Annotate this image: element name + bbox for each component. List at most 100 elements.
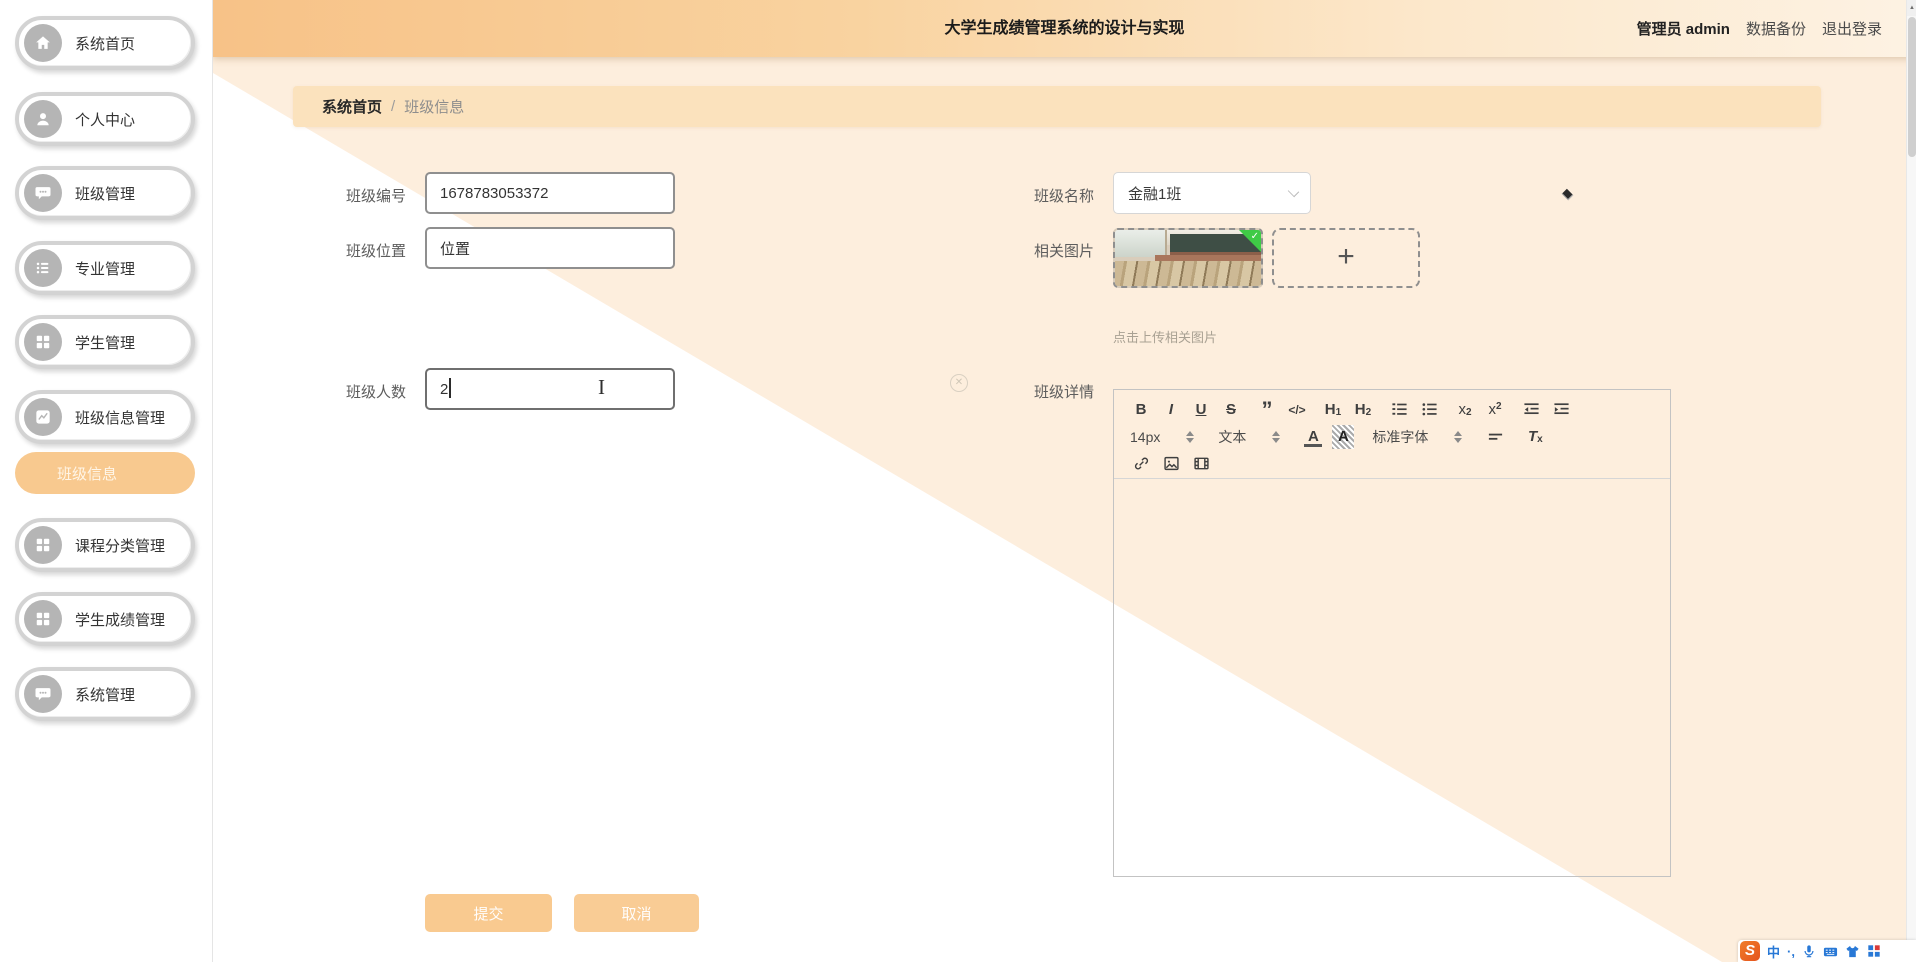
skin-shirt-icon[interactable] xyxy=(1845,944,1860,959)
sogou-logo-icon[interactable]: S xyxy=(1740,941,1760,961)
bold-button[interactable]: B xyxy=(1130,398,1152,422)
sidebar-item-label: 个人中心 xyxy=(75,111,136,129)
grid-icon xyxy=(24,526,62,564)
photo-classroom-desks xyxy=(1115,261,1261,286)
sidebar-nav: 系统首页 个人中心 班级管理 专业管理 学生管理 班级信息管理 班级信息 课程分… xyxy=(0,0,213,962)
font-size-select[interactable]: 14px xyxy=(1130,425,1195,449)
sidebar-item-student-mgmt[interactable]: 学生管理 xyxy=(15,315,195,369)
blockquote-button[interactable]: ” xyxy=(1256,398,1278,422)
video-icon[interactable] xyxy=(1190,452,1212,476)
home-icon xyxy=(24,24,62,62)
ibeam-cursor: I xyxy=(598,375,605,399)
sidebar-item-major-mgmt[interactable]: 专业管理 xyxy=(15,241,195,295)
photo-classroom-window xyxy=(1115,230,1167,257)
class-location-label: 班级位置 xyxy=(345,243,406,260)
class-size-input[interactable] xyxy=(425,368,675,410)
grid-icon xyxy=(24,600,62,638)
clear-format-button[interactable]: Tx xyxy=(1524,425,1546,449)
breadcrumb-current: 班级信息 xyxy=(404,99,465,116)
updown-arrows-icon xyxy=(1186,430,1195,443)
sidebar-item-classinfo-active[interactable]: 班级信息 xyxy=(15,452,195,494)
check-icon: ✓ xyxy=(1250,231,1259,242)
keyboard-icon[interactable] xyxy=(1823,944,1838,959)
header2-button[interactable]: H2 xyxy=(1352,398,1374,422)
ime-punctuation-icon[interactable]: ·, xyxy=(1787,944,1795,959)
updown-arrows-icon xyxy=(1454,430,1463,443)
code-block-button[interactable]: </> xyxy=(1286,398,1308,422)
chat-bubble-icon xyxy=(24,174,62,212)
sidebar-item-label: 学生管理 xyxy=(75,334,136,352)
microphone-icon[interactable] xyxy=(1802,944,1816,958)
superscript-button[interactable]: x2 xyxy=(1484,398,1506,422)
app-window: 大学生成绩管理系统的设计与实现 管理员 admin 数据备份 退出登录 系统首页… xyxy=(0,0,1916,962)
sidebar-item-label: 课程分类管理 xyxy=(75,537,166,555)
sidebar-item-course-category[interactable]: 课程分类管理 xyxy=(15,518,195,572)
editor-toolbar: B I U S ” </> H1 H2 x2 x2 14px 文本 A A 标准… xyxy=(1114,390,1670,479)
sidebar-item-class-mgmt[interactable]: 班级管理 xyxy=(15,166,195,220)
sidebar-item-label: 系统首页 xyxy=(75,35,136,53)
breadcrumb-separator: / xyxy=(391,98,396,115)
class-number-input[interactable] xyxy=(425,172,675,214)
breadcrumb-home-link[interactable]: 系统首页 xyxy=(322,96,382,117)
class-number-label: 班级编号 xyxy=(345,188,406,205)
header1-button[interactable]: H1 xyxy=(1322,398,1344,422)
top-header: 大学生成绩管理系统的设计与实现 管理员 admin 数据备份 退出登录 xyxy=(213,0,1916,57)
indent-icon[interactable] xyxy=(1550,398,1572,422)
header-user-area: 管理员 admin 数据备份 退出登录 xyxy=(1637,0,1882,57)
submit-button[interactable]: 提交 xyxy=(425,894,552,932)
subscript-button[interactable]: x2 xyxy=(1454,398,1476,422)
align-icon[interactable] xyxy=(1484,425,1506,449)
strikethrough-button[interactable]: S xyxy=(1220,398,1242,422)
italic-button[interactable]: I xyxy=(1160,398,1182,422)
grid-icon xyxy=(24,323,62,361)
ime-toolbar: S 中 ·, xyxy=(1738,940,1916,962)
sidebar-item-label: 专业管理 xyxy=(75,260,136,278)
text-style-select[interactable]: 文本 xyxy=(1218,425,1281,449)
plus-icon: + xyxy=(1337,239,1355,273)
image-icon[interactable] xyxy=(1160,452,1182,476)
sidebar-item-home[interactable]: 系统首页 xyxy=(15,16,195,70)
uploaded-image-thumbnail[interactable]: ✓ xyxy=(1113,228,1263,288)
ordered-list-icon[interactable] xyxy=(1388,398,1410,422)
highlight-color-button[interactable]: A xyxy=(1332,424,1355,449)
bullet-list-icon[interactable] xyxy=(1418,398,1440,422)
sidebar-item-grades-mgmt[interactable]: 学生成绩管理 xyxy=(15,592,195,646)
class-size-label: 班级人数 xyxy=(345,384,406,401)
admin-username: 管理员 admin xyxy=(1636,21,1730,38)
outdent-icon[interactable] xyxy=(1520,398,1542,422)
text-caret xyxy=(449,378,451,398)
text-color-button[interactable]: A xyxy=(1302,425,1324,449)
data-backup-link[interactable]: 数据备份 xyxy=(1746,18,1806,39)
chart-icon xyxy=(24,398,62,436)
font-family-select[interactable]: 标准字体 xyxy=(1372,425,1463,449)
sidebar-item-profile[interactable]: 个人中心 xyxy=(15,92,195,146)
sidebar-item-label: 学生成绩管理 xyxy=(75,611,166,629)
list-icon xyxy=(24,249,62,287)
toolbox-grid-icon[interactable] xyxy=(1867,944,1881,958)
user-icon xyxy=(24,100,62,138)
scroll-up-arrow-icon[interactable]: ▲ xyxy=(1907,0,1916,16)
chat-bubble-icon xyxy=(24,675,62,713)
toolbar-row-1: B I U S ” </> H1 H2 x2 x2 xyxy=(1130,396,1670,423)
page-scrollbar[interactable]: ▲ ▼ xyxy=(1906,0,1916,962)
upload-hint-text: 点击上传相关图片 xyxy=(1113,330,1218,345)
underline-button[interactable]: U xyxy=(1190,398,1212,422)
sidebar-item-classinfo-mgmt[interactable]: 班级信息管理 xyxy=(15,390,195,444)
class-location-input[interactable] xyxy=(425,227,675,269)
scrollbar-thumb[interactable] xyxy=(1908,17,1916,157)
chevron-down-icon xyxy=(1287,185,1300,198)
updown-arrows-icon xyxy=(1272,430,1281,443)
toolbar-row-2: 14px 文本 A A 标准字体 Tx xyxy=(1130,423,1670,450)
editor-body[interactable] xyxy=(1114,480,1670,876)
upload-image-button[interactable]: + xyxy=(1272,228,1420,288)
class-details-label: 班级详情 xyxy=(1033,384,1094,401)
link-icon[interactable] xyxy=(1130,452,1152,476)
logout-link[interactable]: 退出登录 xyxy=(1822,18,1882,39)
sidebar-item-label: 班级信息管理 xyxy=(75,409,166,427)
sidebar-item-system-mgmt[interactable]: 系统管理 xyxy=(15,667,195,721)
sidebar-item-label: 系统管理 xyxy=(75,686,136,704)
cancel-button[interactable]: 取消 xyxy=(574,894,699,932)
ime-mode-chinese[interactable]: 中 xyxy=(1767,942,1780,961)
toolbar-row-3 xyxy=(1130,450,1670,477)
class-name-select[interactable]: 金融1班 xyxy=(1113,172,1574,214)
